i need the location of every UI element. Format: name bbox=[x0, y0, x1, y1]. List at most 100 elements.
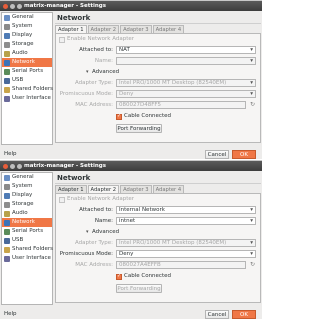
sidebar-item-system[interactable]: System bbox=[2, 182, 52, 191]
sidebar-item-label: System bbox=[12, 23, 33, 29]
port-forwarding-button[interactable]: Port Forwarding bbox=[116, 124, 162, 133]
advanced-toggle[interactable]: Advanced bbox=[92, 228, 119, 237]
help-button[interactable]: Help bbox=[4, 310, 34, 319]
system-icon bbox=[4, 23, 10, 30]
sidebar-item-label: System bbox=[12, 183, 33, 189]
advanced-toggle[interactable]: Advanced bbox=[92, 68, 119, 77]
system-icon bbox=[4, 183, 10, 190]
attached-to-select[interactable]: NAT bbox=[116, 46, 256, 54]
divider bbox=[55, 183, 261, 184]
sidebar-item-label: User Interface bbox=[12, 255, 51, 261]
display-icon bbox=[4, 192, 10, 199]
sidebar-item-serial-ports[interactable]: Serial Ports bbox=[2, 227, 52, 236]
sidebar-item-label: General bbox=[12, 174, 34, 180]
sidebar-item-storage[interactable]: Storage bbox=[2, 200, 52, 209]
sidebar-item-label: Audio bbox=[12, 210, 28, 216]
cable-connected-checkbox[interactable] bbox=[116, 113, 122, 120]
name-select[interactable]: intnet bbox=[116, 217, 256, 225]
adapter-panel: Enable Network Adapter Attached to: Inte… bbox=[55, 193, 261, 303]
dialog-footer: Help Cancel OK bbox=[0, 147, 262, 160]
ok-button[interactable]: OK bbox=[232, 310, 256, 319]
sidebar-item-general[interactable]: General bbox=[2, 173, 52, 182]
shared-folder-icon bbox=[4, 246, 10, 253]
mac-address-label: MAC Address: bbox=[75, 262, 113, 268]
promiscuous-mode-select[interactable]: Deny bbox=[116, 90, 256, 98]
adapter-type-label: Adapter Type: bbox=[74, 80, 113, 86]
sidebar-item-storage[interactable]: Storage bbox=[2, 40, 52, 49]
maximize-window-button[interactable] bbox=[17, 163, 22, 169]
name-label: Name: bbox=[94, 58, 113, 64]
sidebar-item-display[interactable]: Display bbox=[2, 31, 52, 40]
attached-to-label: Attached to: bbox=[79, 47, 113, 53]
maximize-window-button[interactable] bbox=[17, 3, 22, 9]
sidebar-item-shared-folders[interactable]: Shared Folders bbox=[2, 245, 53, 254]
promiscuous-mode-label: Promiscuous Mode: bbox=[59, 251, 113, 257]
sidebar-item-serial-ports[interactable]: Serial Ports bbox=[2, 67, 52, 76]
sidebar-item-label: Display bbox=[12, 32, 33, 38]
expand-arrow-icon[interactable]: ▾ bbox=[86, 229, 89, 235]
enable-adapter-checkbox[interactable] bbox=[59, 197, 65, 203]
user-interface-icon bbox=[4, 95, 10, 102]
window-title: matrix-manager - Settings bbox=[24, 3, 107, 9]
help-button[interactable]: Help bbox=[4, 150, 34, 159]
settings-window-adapter-2: matrix-manager - Settings General System… bbox=[0, 160, 262, 319]
enable-adapter-checkbox[interactable] bbox=[59, 37, 65, 43]
sidebar-item-network[interactable]: Network bbox=[2, 58, 52, 67]
display-icon bbox=[4, 32, 10, 39]
sidebar-item-network[interactable]: Network bbox=[2, 218, 52, 227]
cancel-button[interactable]: Cancel bbox=[205, 150, 229, 159]
general-icon bbox=[4, 14, 10, 21]
sidebar-item-label: User Interface bbox=[12, 95, 51, 101]
ok-button[interactable]: OK bbox=[232, 150, 256, 159]
sidebar-item-label: USB bbox=[12, 77, 24, 83]
refresh-mac-icon[interactable]: ↻ bbox=[250, 102, 256, 108]
cable-connected-checkbox[interactable] bbox=[116, 273, 122, 280]
cancel-button[interactable]: Cancel bbox=[205, 310, 229, 319]
sidebar-item-label: Storage bbox=[12, 41, 34, 47]
mac-address-field[interactable]: 080027D48FF5 bbox=[116, 101, 246, 109]
usb-icon bbox=[4, 77, 10, 84]
sidebar-item-user-interface[interactable]: User Interface bbox=[2, 254, 52, 263]
adapter-type-select[interactable]: Intel PRO/1000 MT Desktop (82540EM) bbox=[116, 239, 256, 247]
storage-icon bbox=[4, 41, 10, 48]
sidebar-item-label: Display bbox=[12, 192, 33, 198]
name-select[interactable] bbox=[116, 57, 256, 65]
mac-address-label: MAC Address: bbox=[75, 102, 113, 108]
expand-arrow-icon[interactable]: ▾ bbox=[86, 69, 89, 75]
enable-adapter-label: Enable Network Adapter bbox=[67, 196, 135, 202]
sidebar-item-system[interactable]: System bbox=[2, 22, 52, 31]
sidebar-item-label: Audio bbox=[12, 50, 28, 56]
sidebar-item-usb[interactable]: USB bbox=[2, 76, 52, 85]
mac-address-field[interactable]: 080027A4EFFB bbox=[116, 261, 246, 269]
sidebar-item-audio[interactable]: Audio bbox=[2, 49, 52, 58]
close-window-button[interactable] bbox=[3, 3, 8, 9]
sidebar-item-general[interactable]: General bbox=[2, 13, 52, 22]
serial-port-icon bbox=[4, 68, 10, 75]
user-interface-icon bbox=[4, 255, 10, 262]
network-settings-pane: Network Adapter 1 Adapter 2 Adapter 3 Ad… bbox=[55, 172, 261, 305]
title-bar: matrix-manager - Settings bbox=[0, 1, 262, 11]
refresh-mac-icon[interactable]: ↻ bbox=[250, 262, 256, 268]
port-forwarding-button[interactable]: Port Forwarding bbox=[116, 284, 162, 293]
attached-to-select[interactable]: Internal Network bbox=[116, 206, 256, 214]
sidebar-item-display[interactable]: Display bbox=[2, 191, 52, 200]
minimize-window-button[interactable] bbox=[10, 3, 15, 9]
audio-icon bbox=[4, 210, 10, 217]
audio-icon bbox=[4, 50, 10, 57]
promiscuous-mode-label: Promiscuous Mode: bbox=[59, 91, 113, 97]
shared-folder-icon bbox=[4, 86, 10, 93]
sidebar-item-audio[interactable]: Audio bbox=[2, 209, 52, 218]
sidebar-item-shared-folders[interactable]: Shared Folders bbox=[2, 85, 53, 94]
adapter-type-select[interactable]: Intel PRO/1000 MT Desktop (82540EM) bbox=[116, 79, 256, 87]
sidebar-item-label: Network bbox=[12, 219, 35, 225]
promiscuous-mode-select[interactable]: Deny bbox=[116, 250, 256, 258]
cable-connected-label: Cable Connected bbox=[124, 273, 171, 279]
sidebar-item-user-interface[interactable]: User Interface bbox=[2, 94, 52, 103]
adapter-panel: Enable Network Adapter Attached to: NAT … bbox=[55, 33, 261, 143]
sidebar-item-usb[interactable]: USB bbox=[2, 236, 52, 245]
sidebar-item-label: USB bbox=[12, 237, 24, 243]
close-window-button[interactable] bbox=[3, 163, 8, 169]
minimize-window-button[interactable] bbox=[10, 163, 15, 169]
adapter-type-label: Adapter Type: bbox=[74, 240, 113, 246]
usb-icon bbox=[4, 237, 10, 244]
